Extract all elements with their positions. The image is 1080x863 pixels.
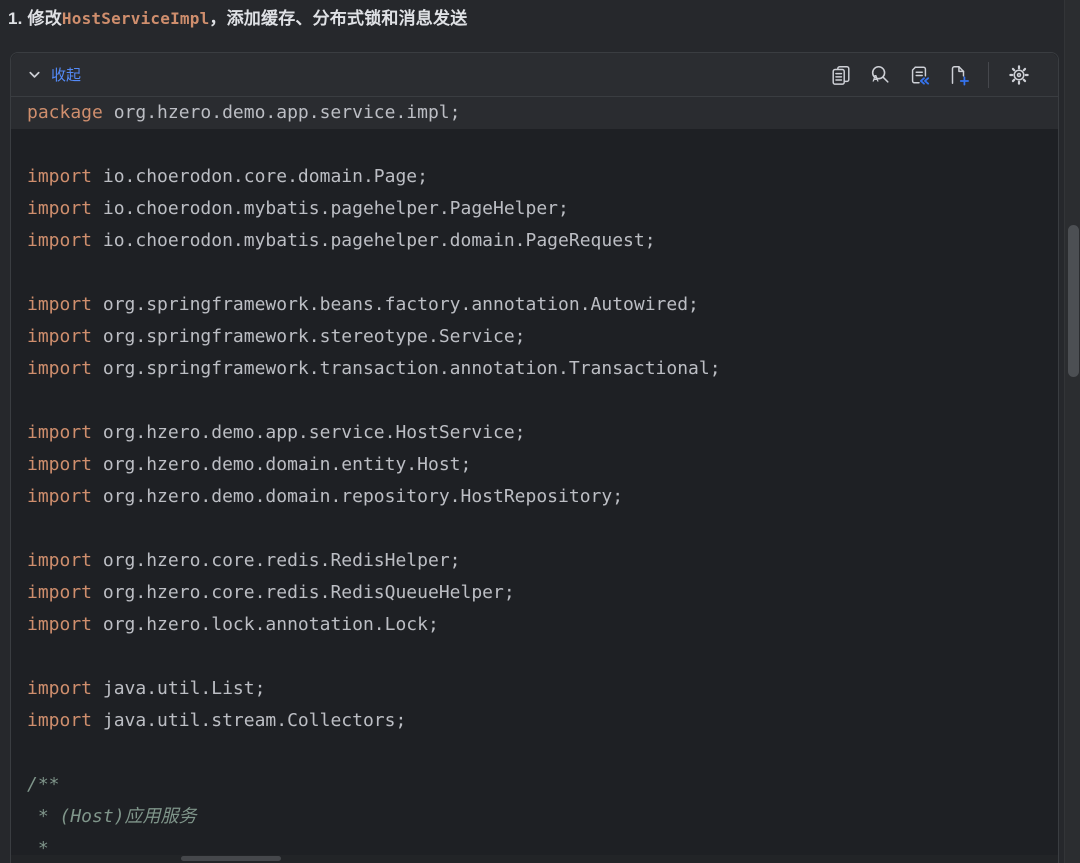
code-block-toolbar: 收起 A: [11, 53, 1058, 97]
code-keyword: import: [27, 358, 92, 379]
horizontal-scrollbar-thumb[interactable]: [181, 856, 281, 861]
code-line: import org.hzero.demo.domain.entity.Host…: [11, 449, 1058, 481]
code-line: import org.hzero.demo.app.service.HostSe…: [11, 417, 1058, 449]
code-line: * (Host)应用服务: [11, 801, 1058, 833]
code-line: [11, 513, 1058, 545]
code-line: [11, 129, 1058, 161]
code-keyword: import: [27, 230, 92, 251]
code-line: import org.springframework.stereotype.Se…: [11, 321, 1058, 353]
code-line: import org.hzero.demo.domain.repository.…: [11, 481, 1058, 513]
code-line: [11, 385, 1058, 417]
insert-into-editor-icon[interactable]: [908, 64, 930, 86]
code-keyword: import: [27, 454, 92, 475]
code-line: import org.springframework.transaction.a…: [11, 353, 1058, 385]
code-line: /**: [11, 769, 1058, 801]
code-line: [11, 737, 1058, 769]
vertical-scrollbar-thumb[interactable]: [1068, 225, 1079, 377]
code-keyword: import: [27, 486, 92, 507]
horizontal-scrollbar-track: [11, 855, 1058, 863]
code-line: package org.hzero.demo.app.service.impl;: [11, 97, 1058, 129]
code-line: import org.hzero.core.redis.RedisQueueHe…: [11, 577, 1058, 609]
svg-text:A: A: [872, 73, 879, 83]
page-title: 1. 修改HostServiceImpl，添加缓存、分布式锁和消息发送: [8, 4, 467, 29]
code-keyword: import: [27, 326, 92, 347]
settings-gear-icon[interactable]: [1008, 64, 1030, 86]
toolbar-icons: A: [830, 62, 1044, 88]
code-line: import org.hzero.core.redis.RedisHelper;: [11, 545, 1058, 577]
code-line: import org.springframework.beans.factory…: [11, 289, 1058, 321]
find-icon[interactable]: A: [869, 64, 891, 86]
code-line: import org.hzero.lock.annotation.Lock;: [11, 609, 1058, 641]
code-keyword: import: [27, 166, 92, 187]
page-title-prefix: 1. 修改: [8, 9, 62, 28]
code-line: import io.choerodon.mybatis.pagehelper.d…: [11, 225, 1058, 257]
code-line: import java.util.List;: [11, 673, 1058, 705]
code-keyword: import: [27, 582, 92, 603]
copy-icon[interactable]: [830, 64, 852, 86]
code-keyword: package: [27, 102, 103, 123]
toolbar-separator: [988, 62, 989, 88]
code-keyword: import: [27, 294, 92, 315]
collapse-control[interactable]: 收起: [27, 64, 81, 85]
code-keyword: import: [27, 614, 92, 635]
code-keyword: import: [27, 422, 92, 443]
code-keyword: import: [27, 710, 92, 731]
code-line: import io.choerodon.mybatis.pagehelper.P…: [11, 193, 1058, 225]
code-keyword: import: [27, 550, 92, 571]
code-line: import io.choerodon.core.domain.Page;: [11, 161, 1058, 193]
code-line: import java.util.stream.Collectors;: [11, 705, 1058, 737]
code-keyword: import: [27, 678, 92, 699]
code-editor-viewport: package org.hzero.demo.app.service.impl;…: [11, 97, 1058, 863]
code-block-panel: 收起 A: [10, 52, 1059, 863]
page-title-suffix: ，添加缓存、分布式锁和消息发送: [209, 9, 467, 28]
code-lines: package org.hzero.demo.app.service.impl;…: [11, 97, 1058, 863]
chevron-down-icon: [27, 67, 42, 82]
vertical-scrollbar-track[interactable]: [1064, 0, 1080, 863]
code-line: [11, 641, 1058, 673]
page-title-inline-code: HostServiceImpl: [62, 9, 210, 28]
code-keyword: import: [27, 198, 92, 219]
code-line: [11, 257, 1058, 289]
collapse-label: 收起: [51, 64, 81, 85]
new-file-icon[interactable]: [947, 64, 969, 86]
